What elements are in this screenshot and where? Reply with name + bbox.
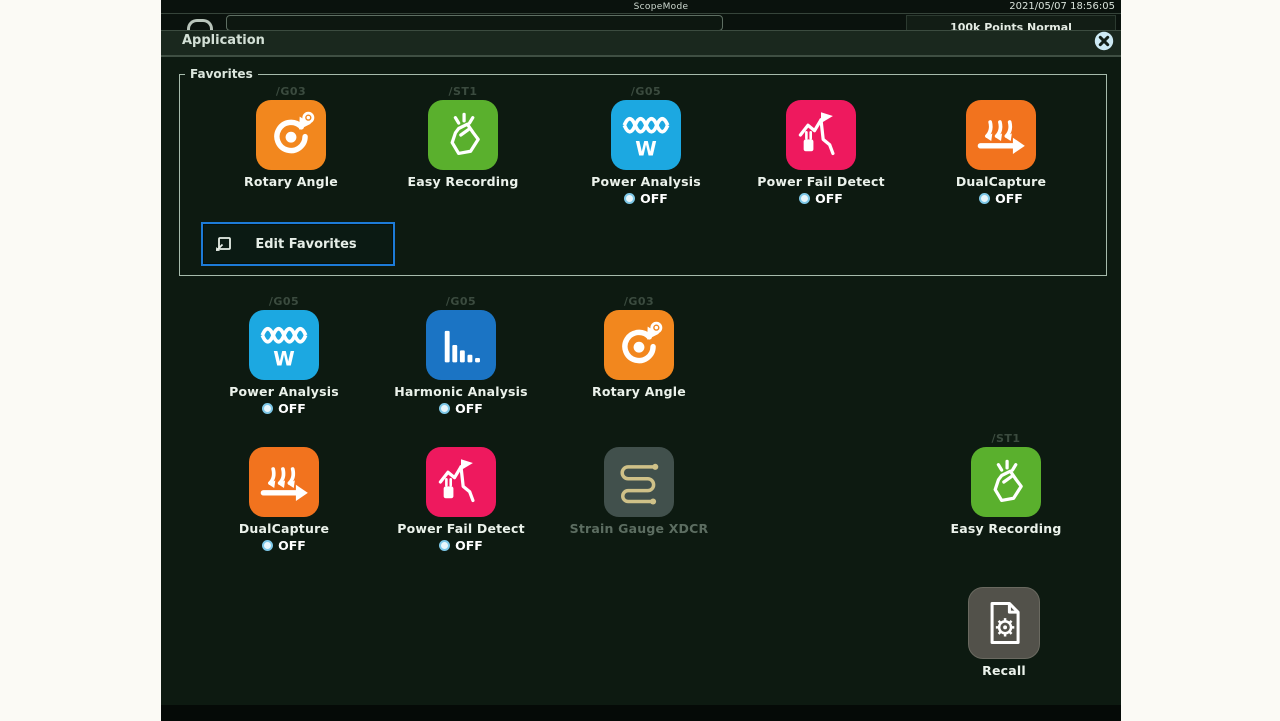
status-bar-divider [161,13,1121,14]
app-status: OFF [561,191,731,206]
option-tag [919,572,1089,586]
app-tile-harmonic-analysis[interactable]: /G05 Harmonic Analysis OFF [376,295,546,416]
app-label: DualCapture [199,521,369,536]
dialog-titlebar [161,30,1121,55]
option-tag: /G05 [561,85,731,99]
option-tag: /G05 [376,295,546,309]
power-fail-detect-icon [426,447,496,517]
option-tag: /ST1 [378,85,548,99]
rotary-angle-icon [256,100,326,170]
dualcapture-icon [249,447,319,517]
app-label: Easy Recording [921,521,1091,536]
svg-text:W: W [635,138,657,161]
app-tile-dualcapture[interactable]: DualCapture OFF [199,432,369,553]
option-tag [916,85,1086,99]
rotary-angle-icon [604,310,674,380]
dialog-title: Application [182,33,265,48]
status-text: OFF [455,538,483,553]
status-text: OFF [278,401,306,416]
app-status: OFF [916,191,1086,206]
datetime-label: 2021/05/07 18:56:05 [1009,1,1115,12]
close-icon[interactable] [1094,31,1114,51]
app-status: OFF [376,401,546,416]
app-tile-rotary-angle[interactable]: /G03 Rotary Angle [554,295,724,399]
page: ScopeMode 2021/05/07 18:56:05 100k Point… [0,0,1280,721]
app-tile-power-analysis[interactable]: /G05 W Power Analysis OFF [561,85,731,206]
app-label: Rotary Angle [554,384,724,399]
app-label: Easy Recording [378,174,548,189]
option-tag: /G03 [554,295,724,309]
option-tag [554,432,724,446]
strain-gauge-xdcr-icon [604,447,674,517]
app-label: Harmonic Analysis [376,384,546,399]
option-tag: /G05 [199,295,369,309]
edit-favorites-button[interactable]: Edit Favorites [201,222,395,266]
app-label: Power Fail Detect [376,521,546,536]
status-dot-icon [979,193,990,204]
option-tag [199,432,369,446]
easy-recording-icon [971,447,1041,517]
option-tag: /G03 [206,85,376,99]
app-tile-power-analysis[interactable]: /G05 W Power Analysis OFF [199,295,369,416]
app-tile-easy-recording[interactable]: /ST1 Easy Recording [921,432,1091,536]
dialog-bottom-edge [161,705,1121,721]
status-dot-icon [439,403,450,414]
status-text: OFF [995,191,1023,206]
app-label: DualCapture [916,174,1086,189]
app-label: Rotary Angle [206,174,376,189]
option-tag [736,85,906,99]
status-dot-icon [624,193,635,204]
power-analysis-icon: W [611,100,681,170]
status-text: OFF [455,401,483,416]
app-tile-rotary-angle[interactable]: /G03 Rotary Angle [206,85,376,189]
partial-toolbar-field [226,15,723,31]
app-status: OFF [376,538,546,553]
app-tile-recall[interactable]: Recall [919,572,1089,678]
status-dot-icon [439,540,450,551]
status-text: OFF [815,191,843,206]
app-status: OFF [199,538,369,553]
edit-favorites-icon [213,234,233,254]
app-tile-strain-gauge-xdcr: Strain Gauge XDCR [554,432,724,536]
app-tile-dualcapture[interactable]: DualCapture OFF [916,85,1086,206]
edit-favorites-label: Edit Favorites [233,237,379,252]
status-text: OFF [640,191,668,206]
app-label: Power Fail Detect [736,174,906,189]
favorites-legend: Favorites [185,67,258,81]
app-tile-power-fail-detect[interactable]: Power Fail Detect OFF [376,432,546,553]
status-dot-icon [262,403,273,414]
scope-mode-label: ScopeMode [591,2,731,12]
app-tile-power-fail-detect[interactable]: Power Fail Detect OFF [736,85,906,206]
power-fail-detect-icon [786,100,856,170]
option-tag [376,432,546,446]
app-label: Power Analysis [199,384,369,399]
oscilloscope-screen: ScopeMode 2021/05/07 18:56:05 100k Point… [161,0,1121,721]
app-label: Strain Gauge XDCR [554,521,724,536]
power-analysis-icon: W [249,310,319,380]
status-text: OFF [278,538,306,553]
app-status: OFF [199,401,369,416]
app-tile-easy-recording[interactable]: /ST1 Easy Recording [378,85,548,189]
app-label: Power Analysis [561,174,731,189]
app-status: OFF [736,191,906,206]
status-dot-icon [262,540,273,551]
option-tag: /ST1 [921,432,1091,446]
app-label: Recall [919,663,1089,678]
easy-recording-icon [428,100,498,170]
dualcapture-icon [966,100,1036,170]
recall-icon [968,587,1040,659]
svg-text:W: W [273,348,295,371]
status-dot-icon [799,193,810,204]
harmonic-analysis-icon [426,310,496,380]
